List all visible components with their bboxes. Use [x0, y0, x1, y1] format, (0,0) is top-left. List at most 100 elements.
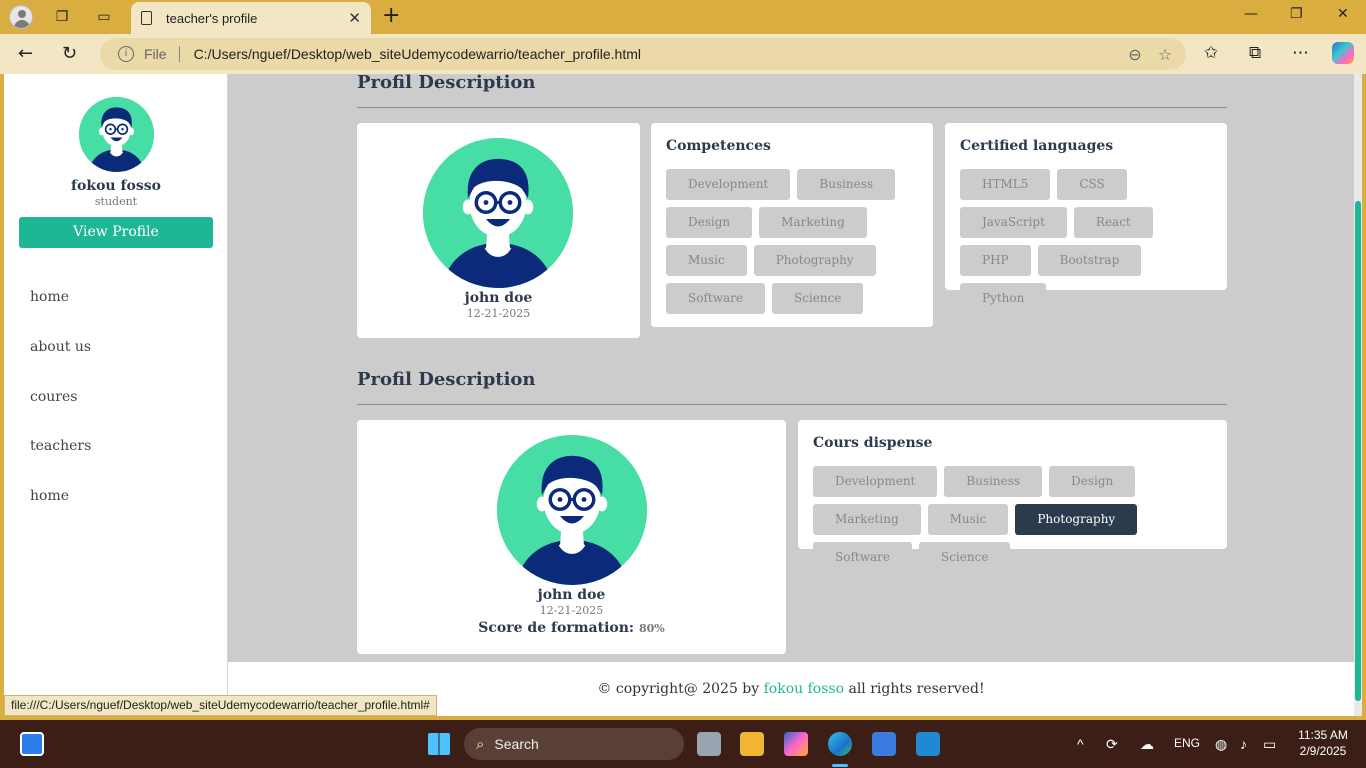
copilot-app-icon[interactable]: [784, 732, 808, 756]
zoom-out-icon[interactable]: ⊖: [1120, 45, 1150, 64]
competence-tag[interactable]: Marketing: [759, 207, 867, 238]
course-tag[interactable]: Music: [927, 504, 1009, 535]
refresh-icon[interactable]: ↻: [62, 43, 77, 64]
competence-tag[interactable]: Photography: [753, 245, 876, 276]
browser-titlebar: ❐ ▭ teacher's profile ✕ + — ❐ ✕: [0, 0, 1366, 34]
new-tab-icon[interactable]: +: [382, 5, 400, 27]
competence-tag[interactable]: Science: [771, 283, 864, 314]
main-content: Profil Description john doe 12-21-2025 C…: [228, 74, 1354, 662]
certified-languages-card: Certified languages HTML5 CSS JavaScript…: [945, 123, 1227, 314]
copilot-icon[interactable]: [1332, 42, 1354, 64]
sidebar: fokou fosso student View Profile home ab…: [4, 74, 228, 716]
profile-card-2: john doe 12-21-2025 Score de formation: …: [357, 420, 786, 654]
sidebar-user-role: student: [94, 195, 138, 208]
info-icon[interactable]: i: [118, 46, 134, 62]
restore-icon[interactable]: ❐: [1290, 6, 1303, 22]
sidebar-link-teachers[interactable]: teachers: [30, 438, 91, 454]
vertical-tabs-icon[interactable]: ▭: [91, 5, 117, 29]
back-icon[interactable]: ←: [18, 43, 33, 64]
battery-icon[interactable]: ▭: [1263, 736, 1276, 753]
browser-profile-icon[interactable]: [9, 5, 33, 29]
language-tag[interactable]: HTML5: [960, 169, 1051, 200]
person-avatar-icon: [423, 138, 573, 288]
course-tag[interactable]: Design: [1049, 466, 1136, 497]
footer-copyright-prefix: © copyright@ 2025 by: [597, 681, 760, 697]
edge-browser-icon[interactable]: [828, 732, 852, 756]
course-tag[interactable]: Marketing: [813, 504, 921, 535]
file-explorer-icon[interactable]: [740, 732, 764, 756]
sync-icon[interactable]: ⟳: [1106, 736, 1118, 753]
language-tag[interactable]: Python: [960, 283, 1047, 314]
tab-teacher-profile[interactable]: teacher's profile ✕: [131, 2, 371, 34]
show-hidden-icons-icon[interactable]: ^: [1077, 736, 1084, 752]
taskbar-clock[interactable]: 11:35 AM 2/9/2025: [1288, 727, 1358, 759]
profile-date-2: 12-21-2025: [539, 604, 604, 617]
section-divider-2: [357, 404, 1227, 405]
courses-card: Cours dispense Development Business Desi…: [798, 420, 1227, 573]
profile-avatar-2: [497, 435, 647, 585]
competence-tag[interactable]: Design: [666, 207, 753, 238]
competence-tag[interactable]: Business: [797, 169, 896, 200]
competence-tag[interactable]: Development: [666, 169, 791, 200]
taskbar-search[interactable]: ⌕ Search: [464, 728, 684, 760]
profile-card-1: john doe 12-21-2025: [357, 123, 640, 338]
language-tag[interactable]: React: [1073, 207, 1153, 238]
sidebar-link-coures[interactable]: coures: [30, 389, 77, 405]
language-tag[interactable]: JavaScript: [960, 207, 1067, 238]
language-tag[interactable]: CSS: [1057, 169, 1127, 200]
status-bar-url: file:///C:/Users/nguef/Desktop/web_siteU…: [4, 695, 437, 716]
training-score-label: Score de formation:: [478, 620, 635, 636]
weather-cloud-icon[interactable]: ☁: [1140, 736, 1154, 753]
vscode-icon[interactable]: [916, 732, 940, 756]
language-indicator[interactable]: ENG: [1174, 736, 1200, 750]
sidebar-avatar: [79, 97, 154, 172]
competence-tag[interactable]: Software: [666, 283, 765, 314]
sidebar-link-about-us[interactable]: about us: [30, 339, 91, 355]
close-window-icon[interactable]: ✕: [1337, 6, 1349, 22]
workspaces-icon[interactable]: ❐: [49, 5, 75, 29]
more-menu-icon[interactable]: ⋯: [1292, 43, 1309, 63]
favorite-star-icon[interactable]: ☆: [1150, 45, 1180, 64]
profile-name-2: john doe: [537, 587, 606, 603]
language-tag[interactable]: PHP: [960, 245, 1031, 276]
close-tab-icon[interactable]: ✕: [348, 9, 361, 27]
volume-icon[interactable]: ♪: [1240, 736, 1247, 752]
taskbar: ⌕ Search ^ ⟳ ☁ ENG ◍ ♪ ▭ 11:35 AM 2/9/20…: [0, 720, 1366, 768]
section-title-2: Profil Description: [357, 369, 536, 390]
course-tag-active[interactable]: Photography: [1015, 504, 1138, 535]
course-tag[interactable]: Science: [918, 542, 1011, 573]
collections-icon[interactable]: ⧉: [1249, 43, 1261, 63]
competence-tag[interactable]: Music: [666, 245, 747, 276]
section-divider-1: [357, 107, 1227, 108]
address-separator: [178, 46, 180, 62]
clock-time: 11:35 AM: [1298, 728, 1348, 742]
url-text[interactable]: C:/Users/nguef/Desktop/web_siteUdemycode…: [194, 46, 1120, 62]
footer-author-link[interactable]: fokou fosso: [764, 681, 844, 697]
sidebar-user-name: fokou fosso: [71, 178, 161, 194]
minimize-icon[interactable]: —: [1244, 6, 1258, 22]
course-tag[interactable]: Development: [813, 466, 938, 497]
view-profile-button[interactable]: View Profile: [19, 217, 213, 248]
course-tag[interactable]: Business: [944, 466, 1043, 497]
section-title-1: Profil Description: [357, 74, 536, 93]
footer-copyright-suffix: all rights reserved!: [848, 681, 985, 697]
favorites-icon[interactable]: ✩: [1204, 43, 1218, 63]
page-scrollbar-thumb[interactable]: [1355, 201, 1361, 701]
certified-languages-title: Certified languages: [960, 138, 1114, 154]
competences-card: Competences Development Business Design …: [651, 123, 933, 327]
widgets-icon[interactable]: [20, 732, 44, 756]
task-view-icon[interactable]: [697, 732, 721, 756]
sidebar-link-home-2[interactable]: home: [30, 488, 69, 504]
sidebar-link-home[interactable]: home: [30, 289, 69, 305]
microsoft-store-icon[interactable]: [872, 732, 896, 756]
training-score: Score de formation: 80%: [357, 620, 786, 636]
courses-tags: Development Business Design Marketing Mu…: [813, 466, 1213, 573]
network-icon[interactable]: ◍: [1215, 736, 1227, 753]
browser-toolbar: ← ↻ i File C:/Users/nguef/Desktop/web_si…: [0, 34, 1366, 74]
course-tag[interactable]: Software: [813, 542, 912, 573]
address-bar[interactable]: i File C:/Users/nguef/Desktop/web_siteUd…: [100, 38, 1186, 70]
training-score-value: 80%: [638, 622, 665, 635]
language-tag[interactable]: Bootstrap: [1037, 245, 1142, 276]
windows-start-icon[interactable]: [428, 733, 450, 755]
profile-name-1: john doe: [464, 290, 533, 306]
